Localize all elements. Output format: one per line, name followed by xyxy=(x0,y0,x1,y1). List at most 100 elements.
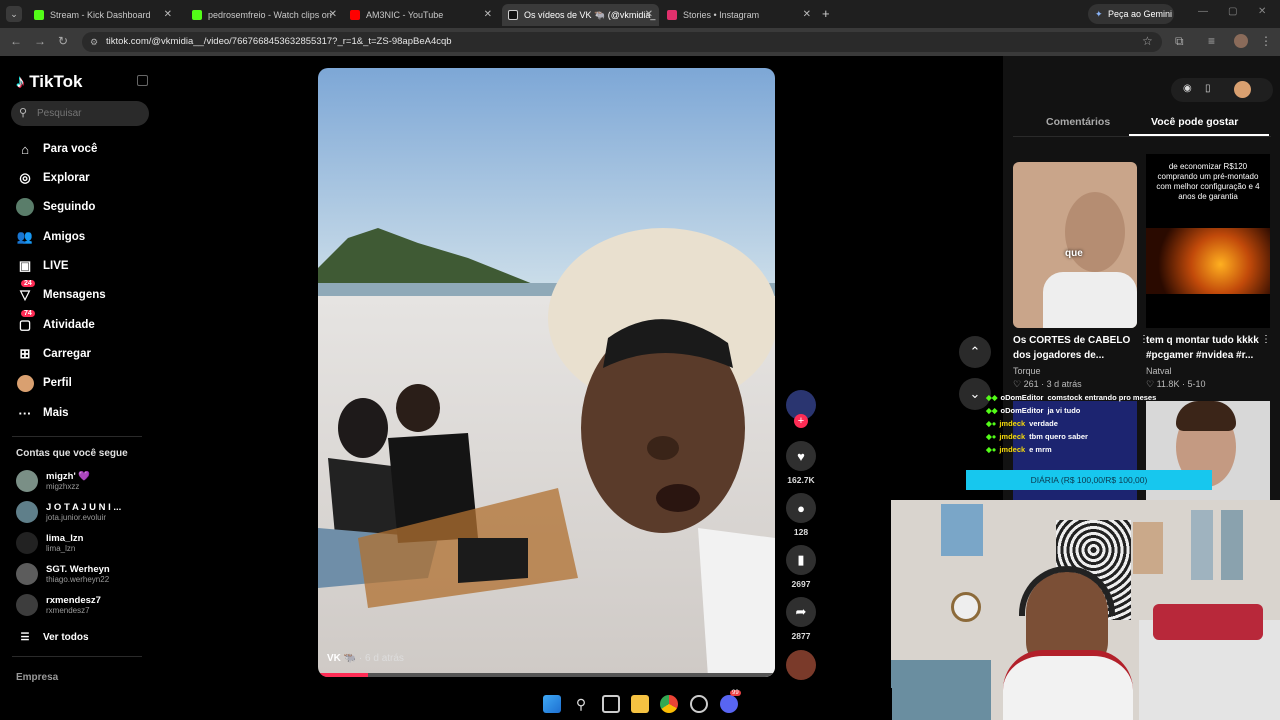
card-author[interactable]: Natval xyxy=(1146,366,1172,376)
tiktok-logo[interactable]: ♪ TikTok xyxy=(16,72,82,92)
tab-youtube[interactable]: AM3NIC - YouTube ✕ xyxy=(344,4,498,26)
recommended-video-thumbnail[interactable] xyxy=(1146,401,1270,506)
reload-icon[interactable]: ↻ xyxy=(58,34,68,48)
share-button[interactable]: ➦ 2877 xyxy=(786,597,816,641)
previous-video-button[interactable]: ⌃ xyxy=(959,336,991,368)
chat-badges-icon: ◆◆ xyxy=(986,406,998,415)
nav-explorar[interactable]: ◎ Explorar xyxy=(16,169,89,187)
heart-outline-icon: ♡ xyxy=(1146,379,1155,389)
chat-user: jmdeck xyxy=(999,419,1026,428)
nav-amigos[interactable]: 👥 Amigos xyxy=(16,228,85,246)
nav-mais[interactable]: ··· Mais xyxy=(16,404,69,422)
nav-perfil[interactable]: Perfil xyxy=(16,374,72,392)
following-icon xyxy=(16,198,34,216)
card-title[interactable]: tem q montar tudo kkkk #pcgamer #nvidea … xyxy=(1146,333,1270,363)
nav-live[interactable]: ▣ LIVE xyxy=(16,257,69,275)
comment-count: 128 xyxy=(793,527,809,537)
discord-icon[interactable]: 99 xyxy=(720,690,741,713)
tab-tiktok[interactable]: Os vídeos de VK 🐃 (@vkmidia_ ✕ xyxy=(502,4,659,26)
device-icon[interactable]: ▯ xyxy=(1205,83,1211,94)
maximize-icon[interactable]: ▢ xyxy=(1228,6,1237,17)
card-more-icon[interactable]: ⋮ xyxy=(1261,334,1271,345)
tab-kick-dashboard[interactable]: Stream - Kick Dashboard ✕ xyxy=(28,4,178,26)
nav-atividade[interactable]: ▢ 74 Atividade xyxy=(16,310,95,334)
card-stats: ♡ 11.8K · 5-10 xyxy=(1146,379,1206,389)
close-icon[interactable]: ✕ xyxy=(164,9,172,20)
card-title-line1: tem q montar tudo kkkk xyxy=(1146,335,1259,346)
footer-empresa[interactable]: Empresa xyxy=(16,672,58,683)
recommended-video-thumbnail[interactable]: de economizar R$120 comprando um pré-mon… xyxy=(1146,154,1270,328)
chrome-icon[interactable] xyxy=(660,695,678,713)
nav-label: Seguindo xyxy=(43,201,96,213)
activity-badge: 74 xyxy=(21,310,35,317)
gemini-button[interactable]: ✦ Peça ao Gemini xyxy=(1088,4,1174,24)
file-explorer-icon[interactable] xyxy=(631,695,649,713)
extensions-icon[interactable]: ⧉ xyxy=(1175,34,1184,49)
site-info-icon[interactable]: ⚙ xyxy=(90,32,98,52)
account-user: migzhxzz xyxy=(46,482,80,491)
minimize-icon[interactable]: — xyxy=(1198,6,1208,17)
following-account[interactable]: J O T A J U N I ... jota.junior.evoluir xyxy=(16,501,121,523)
profile-avatar[interactable] xyxy=(1234,34,1248,48)
bookmark-star-icon[interactable]: ☆ xyxy=(1142,34,1153,48)
webcam-bed xyxy=(891,660,991,720)
account-name: lima_lzn xyxy=(46,533,84,544)
steam-icon[interactable] xyxy=(690,695,708,713)
taskbar-search-icon[interactable]: ⚲ xyxy=(572,695,590,713)
nav-label: Para você xyxy=(43,143,98,155)
media-controls-icon[interactable]: ≡ xyxy=(1208,34,1215,48)
nav-mensagens[interactable]: ▽ 24 Mensagens xyxy=(16,280,106,304)
close-icon[interactable]: ✕ xyxy=(329,9,337,20)
card-title[interactable]: Os CORTES de CABELO dos jogadores de... xyxy=(1013,333,1137,363)
url-field[interactable]: ⚙ tiktok.com/@vkmidia__/video/7667668453… xyxy=(82,32,1162,52)
card-author[interactable]: Torque xyxy=(1013,366,1041,376)
chat-text: tbm quero saber xyxy=(1029,432,1088,441)
webcam-shirt xyxy=(1003,650,1133,720)
gemini-icon: ✦ xyxy=(1095,9,1103,19)
list-icon: ☰ xyxy=(20,631,30,643)
video-player[interactable]: VK 🐃 · 6 d atrás xyxy=(318,68,775,677)
home-icon: ⌂ xyxy=(21,141,29,157)
back-icon[interactable]: ← xyxy=(10,34,22,48)
author-name: VK 🐃 xyxy=(327,653,357,664)
close-icon[interactable]: ✕ xyxy=(803,9,811,20)
tab-kick-clips[interactable]: pedrosemfreio - Watch clips on ✕ xyxy=(186,4,343,26)
close-icon[interactable]: ✕ xyxy=(645,9,653,20)
search-icon: ⚲ xyxy=(19,107,28,119)
explore-icon[interactable]: ◉ xyxy=(1183,83,1192,94)
following-account[interactable]: SGT. Werheyn thiago.werheyn22 xyxy=(16,563,110,585)
gemini-label: Peça ao Gemini xyxy=(1108,9,1173,19)
tab-label: AM3NIC - YouTube xyxy=(366,10,444,20)
forward-icon[interactable]: → xyxy=(34,34,46,48)
creator-avatar-button[interactable]: + xyxy=(786,390,816,428)
see-all-button[interactable]: ☰ Ver todos xyxy=(16,628,89,646)
collapse-sidebar-icon[interactable] xyxy=(137,75,148,86)
tab-instagram[interactable]: Stories • Instagram ✕ xyxy=(661,4,817,26)
following-account[interactable]: rxmendesz7 rxmendesz7 xyxy=(16,594,101,616)
search-input[interactable] xyxy=(11,101,149,126)
window-close-icon[interactable]: ✕ xyxy=(1258,6,1266,17)
new-tab-icon[interactable]: + xyxy=(822,6,830,21)
close-icon[interactable]: ✕ xyxy=(484,9,492,20)
nav-carregar[interactable]: ⊞ Carregar xyxy=(16,345,91,363)
nav-seguindo[interactable]: Seguindo xyxy=(16,198,95,216)
comment-button[interactable]: ● 128 xyxy=(786,493,816,537)
video-author[interactable]: VK 🐃 · 6 d atrás xyxy=(327,653,404,664)
like-button[interactable]: ♥ 162.7K xyxy=(786,441,816,485)
friends-icon: 👥 xyxy=(16,229,34,244)
task-view-icon[interactable] xyxy=(602,695,620,713)
music-disc-button[interactable] xyxy=(786,650,816,680)
tab-comentarios[interactable]: Comentários xyxy=(1046,116,1110,128)
nav-para-voce[interactable]: ⌂ Para você xyxy=(16,140,97,158)
following-account[interactable]: migzh' 💜 migzhxzz xyxy=(16,470,90,492)
follow-plus-icon[interactable]: + xyxy=(794,414,808,428)
like-count: 162.7K xyxy=(787,475,815,485)
following-account[interactable]: lima_lzn lima_lzn xyxy=(16,532,84,554)
menu-icon[interactable]: ⋮ xyxy=(1260,34,1272,48)
save-button[interactable]: ▮ 2697 xyxy=(786,545,816,589)
tab-voce-pode-gostar[interactable]: Você pode gostar xyxy=(1151,116,1238,128)
profile-avatar[interactable] xyxy=(1234,81,1251,98)
windows-start-icon[interactable] xyxy=(543,695,561,713)
tab-search-icon[interactable]: ⌄ xyxy=(6,6,22,22)
recommended-video-thumbnail[interactable]: que xyxy=(1013,162,1137,328)
